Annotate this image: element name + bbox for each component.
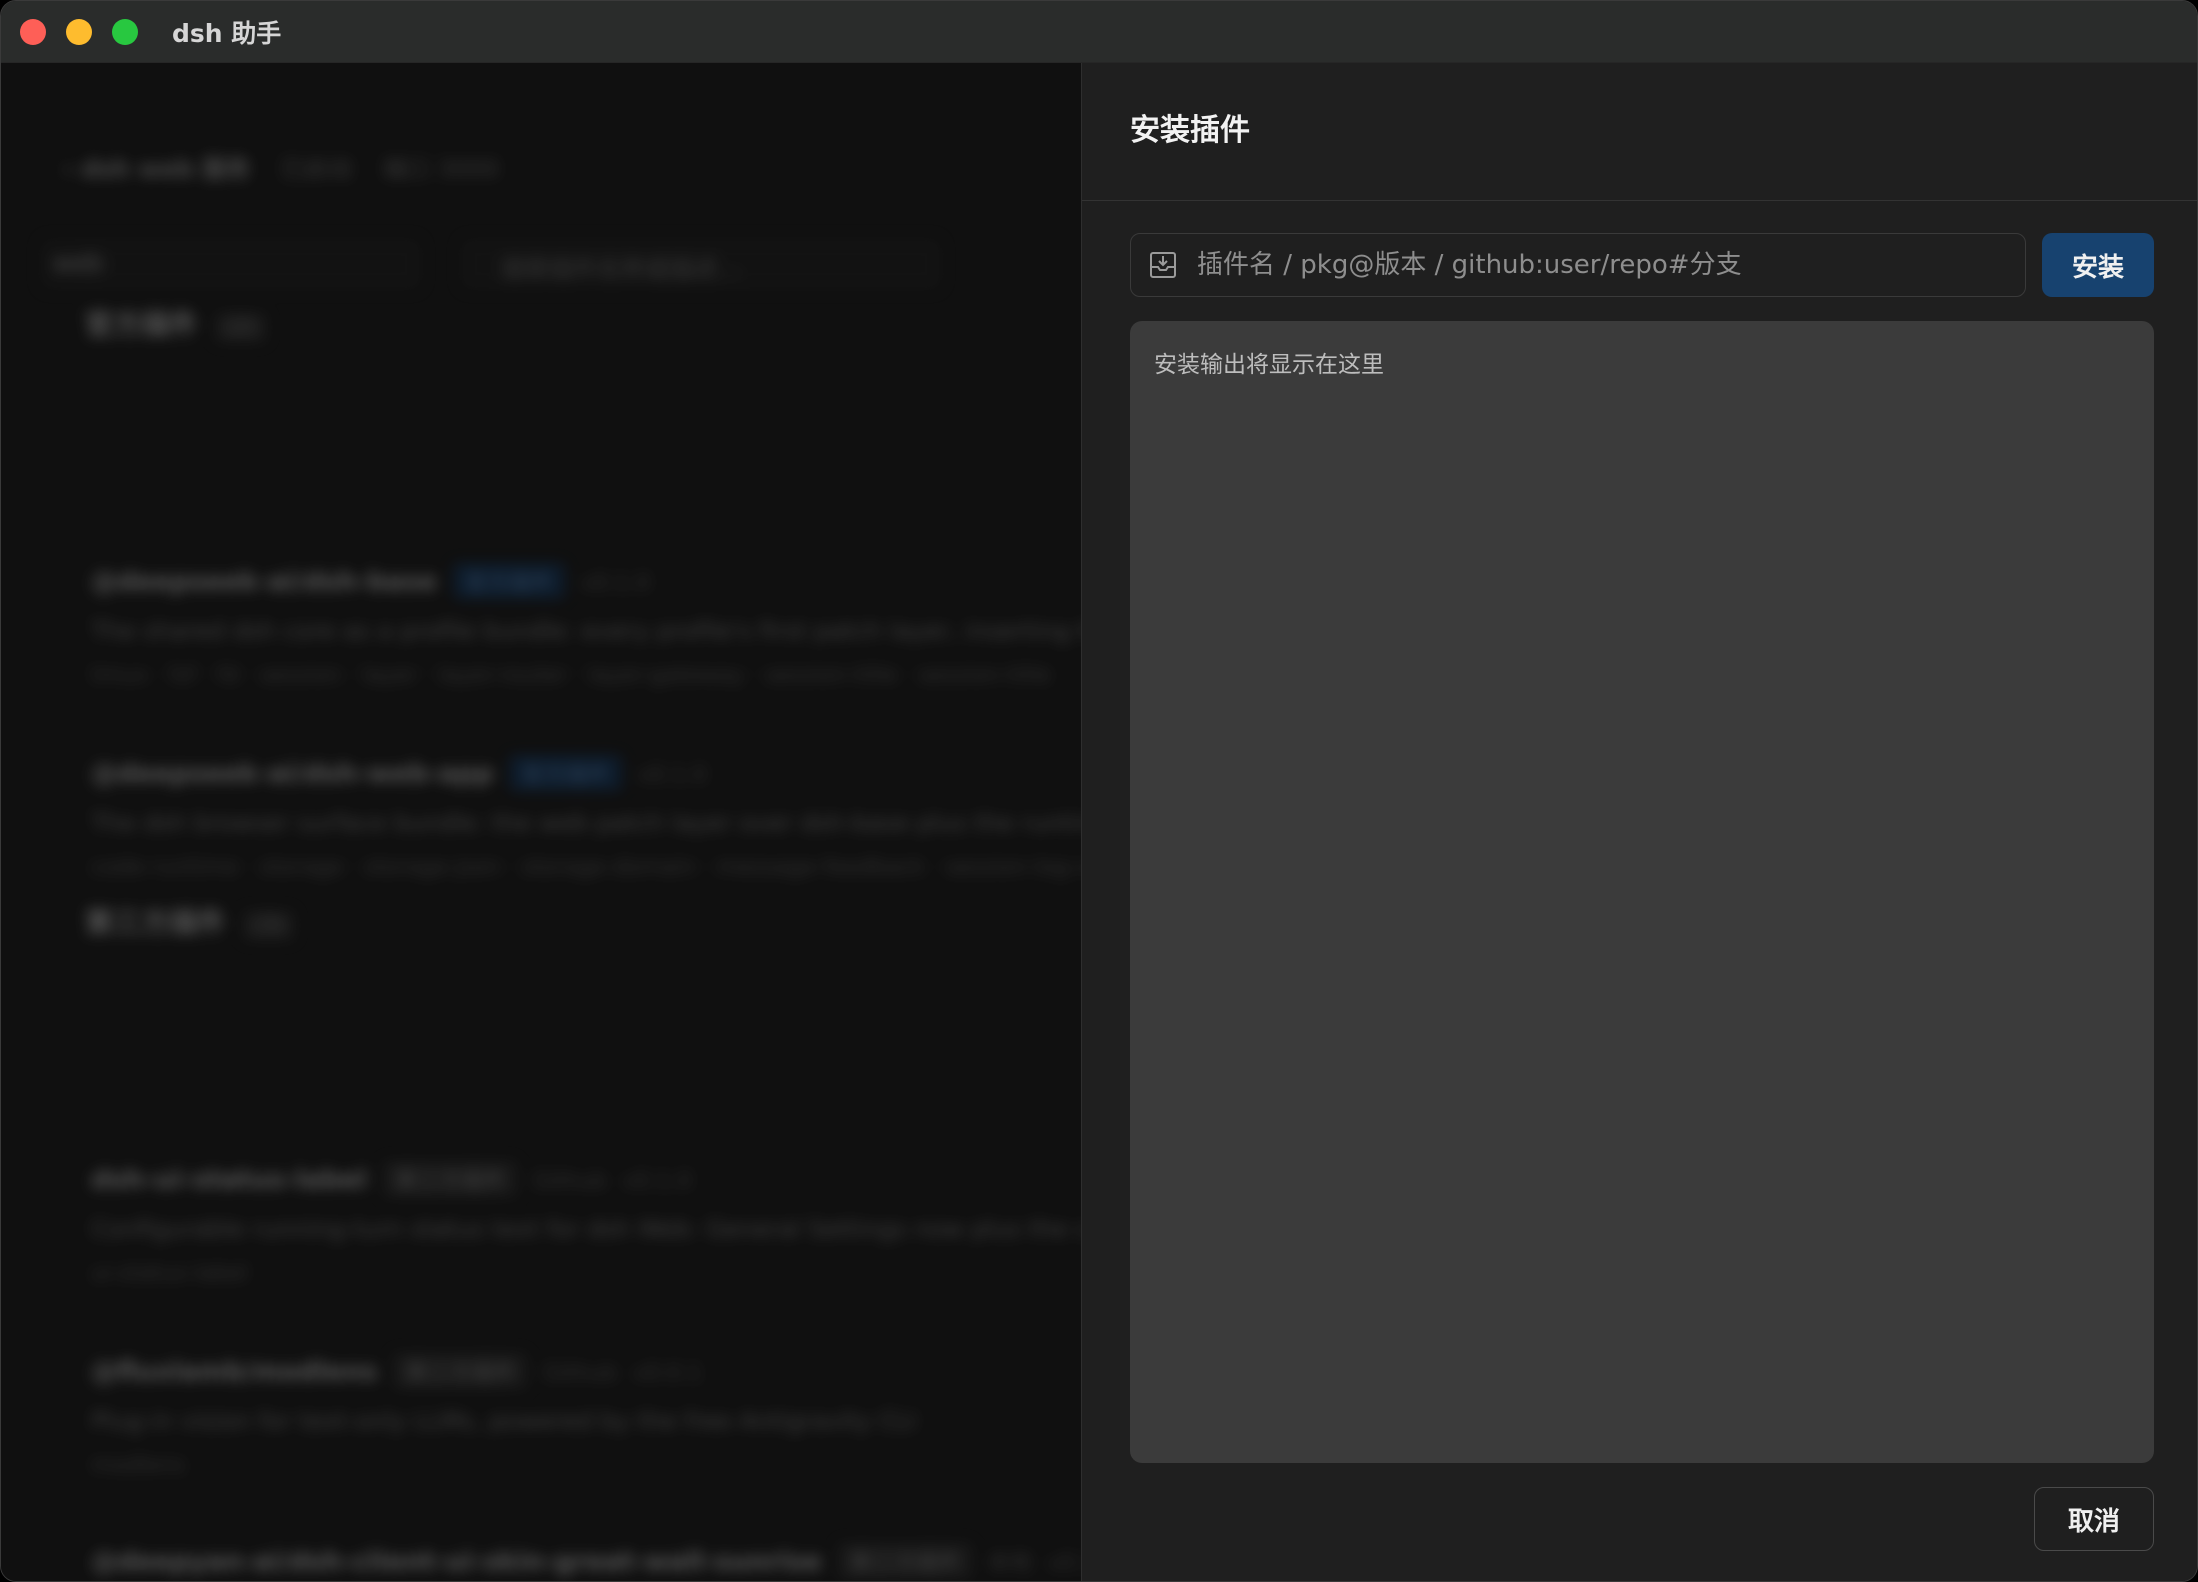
install-button[interactable]: 安装 xyxy=(2042,233,2154,297)
package-input-wrapper[interactable] xyxy=(1130,233,2026,297)
minimize-window-button[interactable] xyxy=(66,18,92,45)
install-row: 安装 xyxy=(1130,233,2154,297)
title-bar: dsh 助手 xyxy=(1,1,2197,63)
install-plugin-drawer: 安装插件 安装 安装输出将显示在这里 取消 xyxy=(1081,63,2197,1581)
close-window-button[interactable] xyxy=(20,18,46,45)
zoom-window-button[interactable] xyxy=(112,18,138,45)
drawer-title: 安装插件 xyxy=(1130,112,1250,148)
package-input[interactable] xyxy=(1197,235,2025,295)
drawer-header: 安装插件 xyxy=(1082,63,2197,201)
package-icon xyxy=(1150,252,1176,278)
background-page: ‹ dsh web 服务 已启动 端口 3000 web 搜索插件名称或描述..… xyxy=(1,63,1081,1581)
install-output-area: 安装输出将显示在这里 xyxy=(1130,321,2154,1463)
app-window: dsh 助手 ‹ dsh web 服务 已启动 端口 3000 web 搜索插件… xyxy=(0,0,2198,1582)
modal-overlay[interactable] xyxy=(1,63,1081,1581)
window-controls xyxy=(20,18,138,45)
window-title: dsh 助手 xyxy=(172,18,282,48)
cancel-button[interactable]: 取消 xyxy=(2034,1487,2154,1551)
